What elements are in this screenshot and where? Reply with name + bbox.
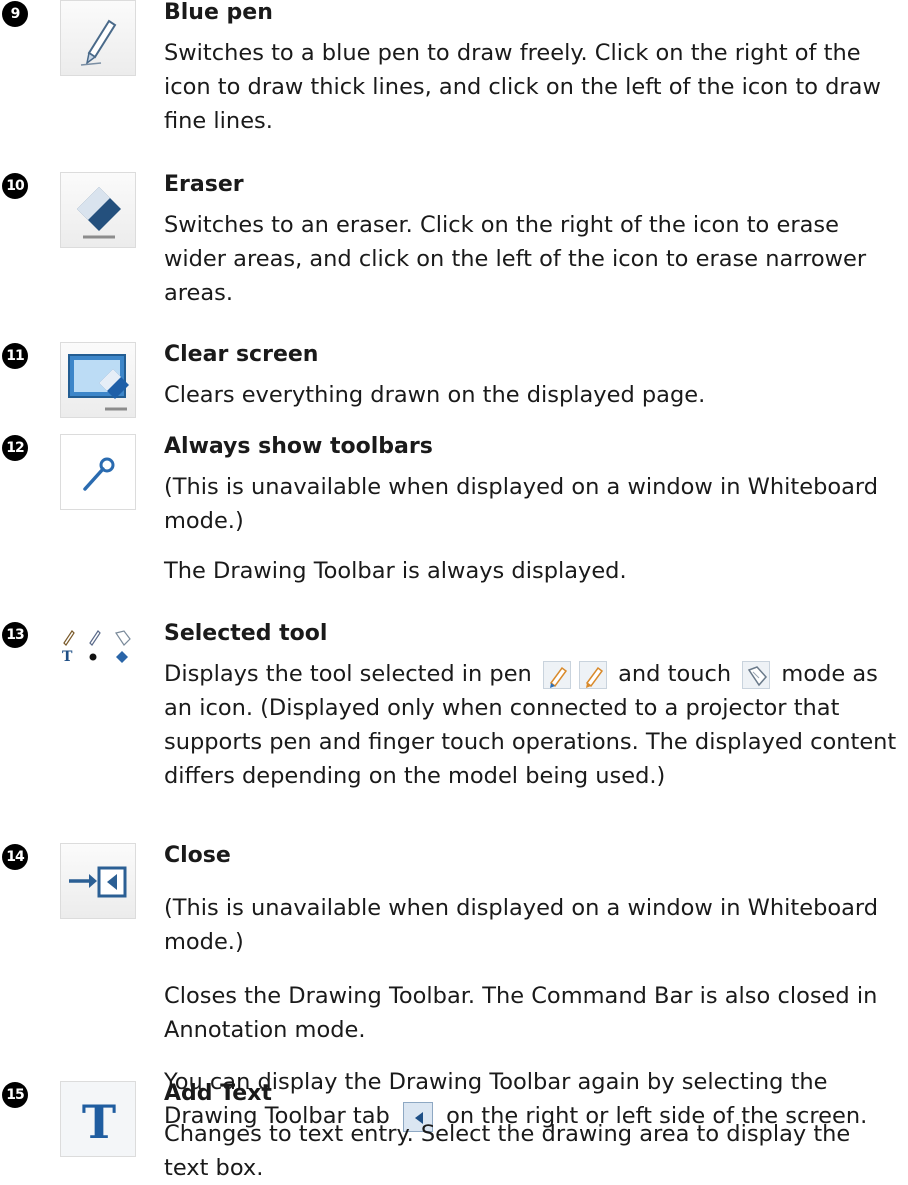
pushpin-icon [60,434,136,510]
text-segment: Displays the tool selected in pen [164,661,539,687]
entry-description: Closes the Drawing Toolbar. The Command … [164,983,878,1043]
entry-description: The Drawing Toolbar is always displayed. [164,558,627,584]
entry-title: Clear screen [164,342,319,367]
item-number: 11 [2,343,28,369]
selected-tool-icon: T [60,627,150,667]
entry-note: (This is unavailable when displayed on a… [164,895,879,955]
item-number: 9 [2,1,28,27]
pen-icon [542,660,571,689]
pen-icon [578,660,607,689]
entry-title: Close [164,843,231,868]
text-segment: and touch [610,661,739,687]
entry-description: Changes to text entry. Select the drawin… [164,1121,851,1181]
item-number: 10 [2,173,28,199]
eraser-icon [60,172,136,248]
entry-title: Eraser [164,172,244,197]
touch-icon [742,660,771,689]
add-text-icon: T [60,1081,136,1157]
entry-title: Always show toolbars [164,434,433,459]
close-toolbar-icon [60,843,136,919]
clear-screen-icon [60,342,136,418]
svg-text:T: T [62,649,73,665]
item-number: 13 [2,622,28,648]
entry-description: Switches to a blue pen to draw freely. C… [164,40,881,134]
manual-page: 9 Blue pen Switches to a blue pen to dra… [0,0,908,1181]
entry-description: Switches to an eraser. Click on the righ… [164,212,867,306]
item-number: 12 [2,435,28,461]
entry-title: Blue pen [164,0,273,25]
item-number: 14 [2,844,28,870]
entry-title: Selected tool [164,621,328,646]
entry-title: Add Text [164,1081,272,1106]
entry-note: (This is unavailable when displayed on a… [164,474,879,534]
entry-description: Clears everything drawn on the displayed… [164,382,706,408]
entry-description: Displays the tool selected in pen and to… [164,657,900,793]
blue-pen-icon [60,0,136,76]
icon-letter: T [82,1095,116,1149]
item-number: 15 [2,1082,28,1108]
